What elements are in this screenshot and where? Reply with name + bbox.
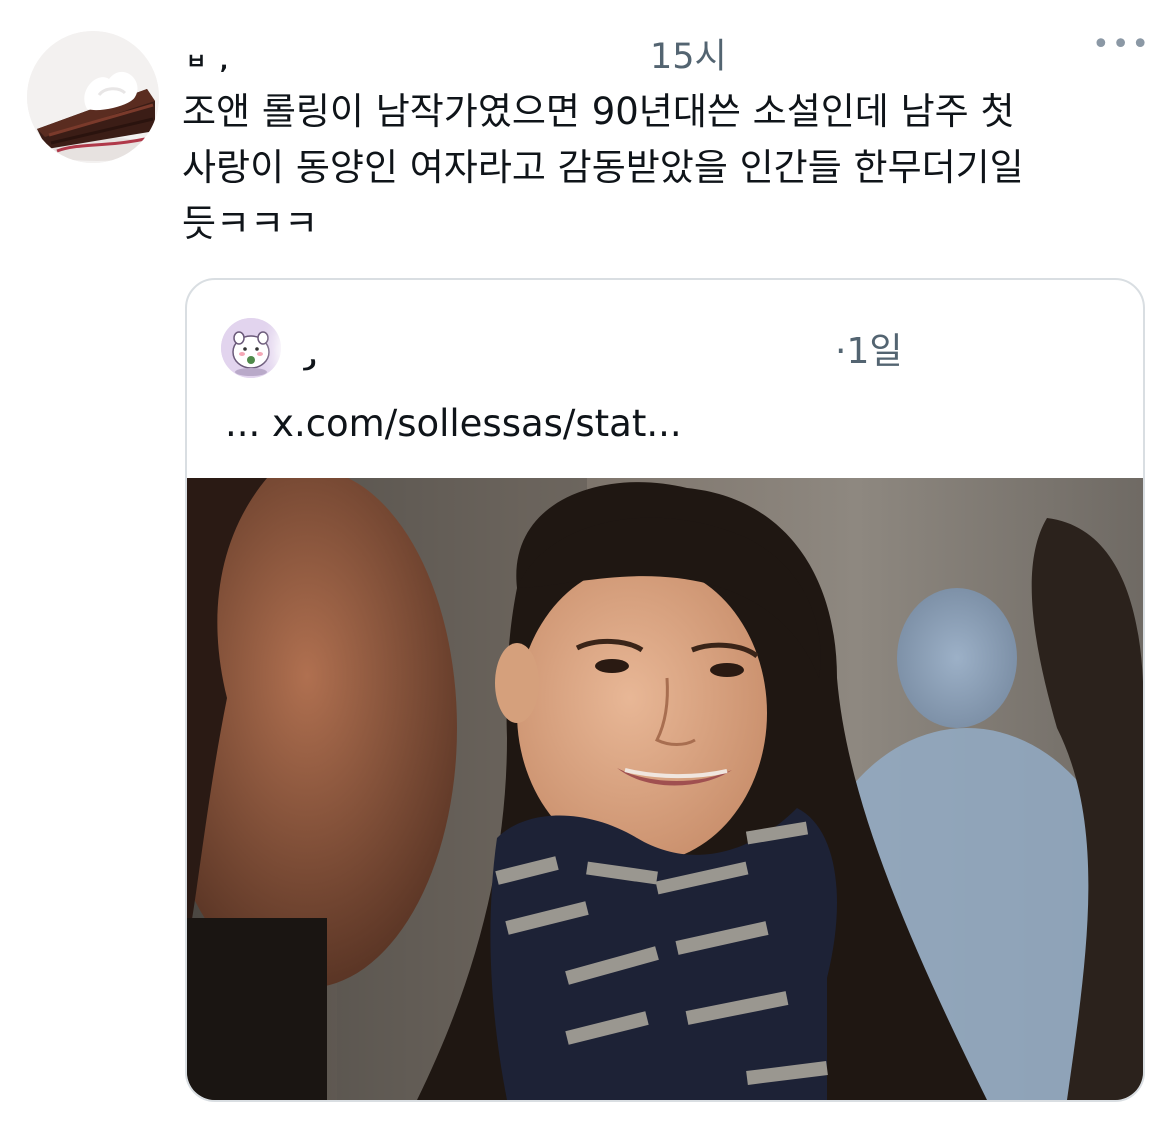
cartoon-character-avatar-icon bbox=[221, 318, 281, 378]
photo-girl-in-striped-scarf-icon bbox=[187, 478, 1143, 1100]
tweet-time[interactable]: 15시 bbox=[650, 28, 727, 79]
more-dots-icon[interactable]: ••• bbox=[1092, 20, 1149, 70]
chocolate-pie-avatar-icon bbox=[27, 31, 159, 163]
author-avatar[interactable] bbox=[27, 31, 159, 163]
redacted-quoted-author-name bbox=[287, 310, 847, 390]
quoted-tweet-photo[interactable] bbox=[187, 478, 1143, 1100]
tweet-text: 조앤 롤링이 남작가였으면 90년대쓴 소설인데 남주 첫 사랑이 동양인 여자… bbox=[182, 90, 1024, 245]
quoted-author-avatar[interactable] bbox=[221, 318, 281, 378]
redacted-author-name bbox=[182, 5, 634, 77]
quoted-author-name[interactable]: ر bbox=[304, 346, 317, 371]
quoted-tweet-card[interactable]: ر ·1일 ... x.com/sollessas/stat... bbox=[185, 278, 1145, 1102]
author-name[interactable]: ㅂ , bbox=[186, 44, 231, 76]
quoted-tweet-time[interactable]: ·1일 bbox=[835, 322, 902, 374]
quoted-tweet-link[interactable]: ... x.com/sollessas/stat... bbox=[225, 402, 682, 445]
tweet[interactable]: ㅂ , 15시 ••• 조앤 롤링이 남작가였으면 90년대쓴 소설인데 남주 … bbox=[0, 0, 1170, 1126]
